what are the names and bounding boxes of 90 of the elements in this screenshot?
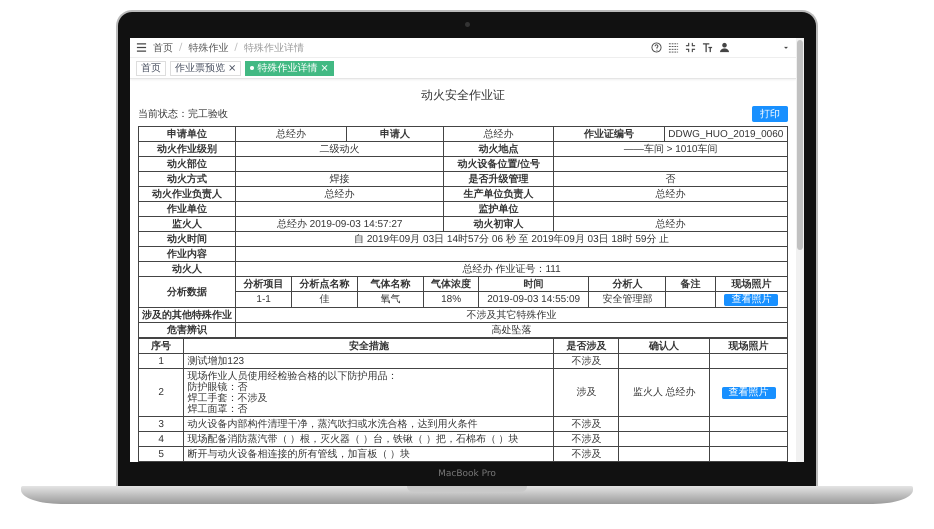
- column-header: 现场照片: [710, 338, 788, 354]
- field-value: 总经办: [236, 126, 346, 142]
- view-photo-button[interactable]: 查看照片: [722, 386, 776, 398]
- text-line: 焊工手套：不涉及: [187, 392, 268, 404]
- field-label: 申请人: [346, 126, 444, 142]
- column-header: 气体名称: [357, 277, 424, 292]
- status-text: 当前状态：完工验收: [138, 108, 228, 121]
- field-label: 动火作业负责人: [138, 186, 236, 202]
- field-label: 危害辨识: [138, 322, 236, 338]
- field-label: 分析数据: [138, 276, 236, 308]
- field-value: 总经办: [444, 126, 554, 142]
- field-value: 自 2019年09月 03日 14时57分 06 秒 至 2019年09月 03日 18时 59分 止: [236, 232, 788, 246]
- field-label: 动火地点: [444, 142, 554, 156]
- table-cell: 不涉及: [554, 354, 619, 368]
- column-header: 安全措施: [184, 338, 554, 354]
- column-header: 分析项目: [236, 277, 292, 292]
- help-icon[interactable]: [651, 42, 662, 54]
- breadcrumb-link[interactable]: 特殊作业: [188, 40, 228, 55]
- breadcrumb-separator: /: [234, 42, 238, 54]
- view-photo-button[interactable]: 查看照片: [724, 294, 778, 306]
- field-label: 涉及的其他特殊作业: [138, 308, 236, 322]
- field-label: 动火初审人: [444, 216, 554, 232]
- text-line: 焊工面罩：否: [187, 404, 248, 414]
- field-value: 总经办: [554, 186, 788, 202]
- text-line: 现场作业人员使用经检验合格的以下防护用品：: [187, 370, 398, 382]
- field-value: 焊接: [236, 172, 444, 186]
- field-label: 动火人: [138, 262, 236, 276]
- column-header: 现场照片: [715, 277, 787, 292]
- table-cell: 动火设备内部构件清理干净，蒸汽吹扫或水洗合格，达到用火条件: [184, 416, 554, 432]
- table-cell: 3: [138, 416, 184, 432]
- column-header: 是否涉及: [554, 338, 619, 354]
- table-cell: 现场配备消防蒸汽带（ ）根，灭火器（ ）台，铁锹（ ）把，石棉布（ ）块: [184, 432, 554, 446]
- field-label: 是否升级管理: [444, 172, 554, 186]
- page-title: 动火安全作业证: [420, 87, 506, 104]
- breadcrumb-link[interactable]: 特殊作业详情: [244, 40, 304, 55]
- field-value: 不涉及其它特殊作业: [236, 308, 788, 322]
- field-value: 否: [554, 172, 788, 186]
- field-label: 申请单位: [138, 126, 236, 142]
- table-cell: 涉及: [554, 368, 619, 416]
- field-value: ——车间 > 1010车间: [554, 142, 788, 156]
- table-cell: 2: [138, 368, 184, 416]
- column-header: 序号: [138, 338, 184, 354]
- text-line: 防护眼镜：否: [187, 382, 248, 392]
- column-header: 确认人: [618, 338, 710, 354]
- field-label: 作业内容: [138, 246, 236, 262]
- field-value: 总经办 作业证号：111: [236, 262, 788, 276]
- breadcrumb-link[interactable]: 首页: [153, 40, 173, 55]
- column-header: 气体浓度: [424, 277, 479, 292]
- table-cell: 断开与动火设备相连接的所有管线，加盲板（ ）块: [184, 446, 554, 462]
- column-header: 时间: [478, 277, 589, 292]
- field-value: DDWG_HUO_2019_0060: [664, 126, 788, 142]
- table-cell: 不涉及: [554, 416, 619, 432]
- breadcrumb-separator: /: [179, 42, 182, 54]
- column-header: 备注: [666, 277, 716, 292]
- camera-icon: [465, 22, 470, 27]
- field-label: 动火时间: [138, 232, 236, 246]
- table-cell: 测试增加123: [184, 354, 554, 368]
- field-value: 总经办 2019-09-03 14:57:27: [236, 216, 444, 232]
- column-header: 分析点名称: [291, 277, 358, 292]
- field-label: 动火设备位置/位号: [444, 156, 554, 172]
- table-cell: 1: [138, 354, 184, 368]
- table-cell: 4: [138, 432, 184, 446]
- brand-label: MacBook Pro: [438, 469, 496, 479]
- field-label: 动火方式: [138, 172, 236, 186]
- scrollbar[interactable]: [796, 38, 804, 462]
- field-label: 监护单位: [444, 202, 554, 216]
- field-label: 生产单位负责人: [444, 186, 554, 202]
- table-cell: 5: [138, 446, 184, 462]
- fullscreen-icon[interactable]: [685, 42, 696, 54]
- field-label: 动火部位: [138, 156, 236, 172]
- font-size-icon[interactable]: [702, 42, 713, 54]
- field-value: 高处坠落: [236, 322, 788, 338]
- tab[interactable]: 首页: [136, 60, 166, 76]
- print-button[interactable]: 打印: [752, 106, 788, 122]
- field-label: 动火作业级别: [138, 142, 236, 156]
- field-value: 总经办: [236, 186, 444, 202]
- field-value: 总经办: [554, 216, 788, 232]
- field-label: 作业证编号: [554, 126, 664, 142]
- column-header: 分析人: [588, 277, 666, 292]
- field-label: 作业单位: [138, 202, 236, 216]
- user-icon[interactable]: [719, 42, 730, 54]
- menu-icon[interactable]: [136, 42, 147, 54]
- table-cell: 监火人 总经办: [618, 368, 710, 416]
- field-value: 二级动火: [236, 142, 444, 156]
- table-cell: 不涉及: [554, 446, 619, 462]
- tab[interactable]: 特殊作业详情 ×: [245, 60, 334, 76]
- field-label: 监火人: [138, 216, 236, 232]
- tab[interactable]: 作业票预览 ×: [170, 60, 242, 76]
- table-cell: 不涉及: [554, 432, 619, 446]
- grid-icon[interactable]: [668, 42, 679, 54]
